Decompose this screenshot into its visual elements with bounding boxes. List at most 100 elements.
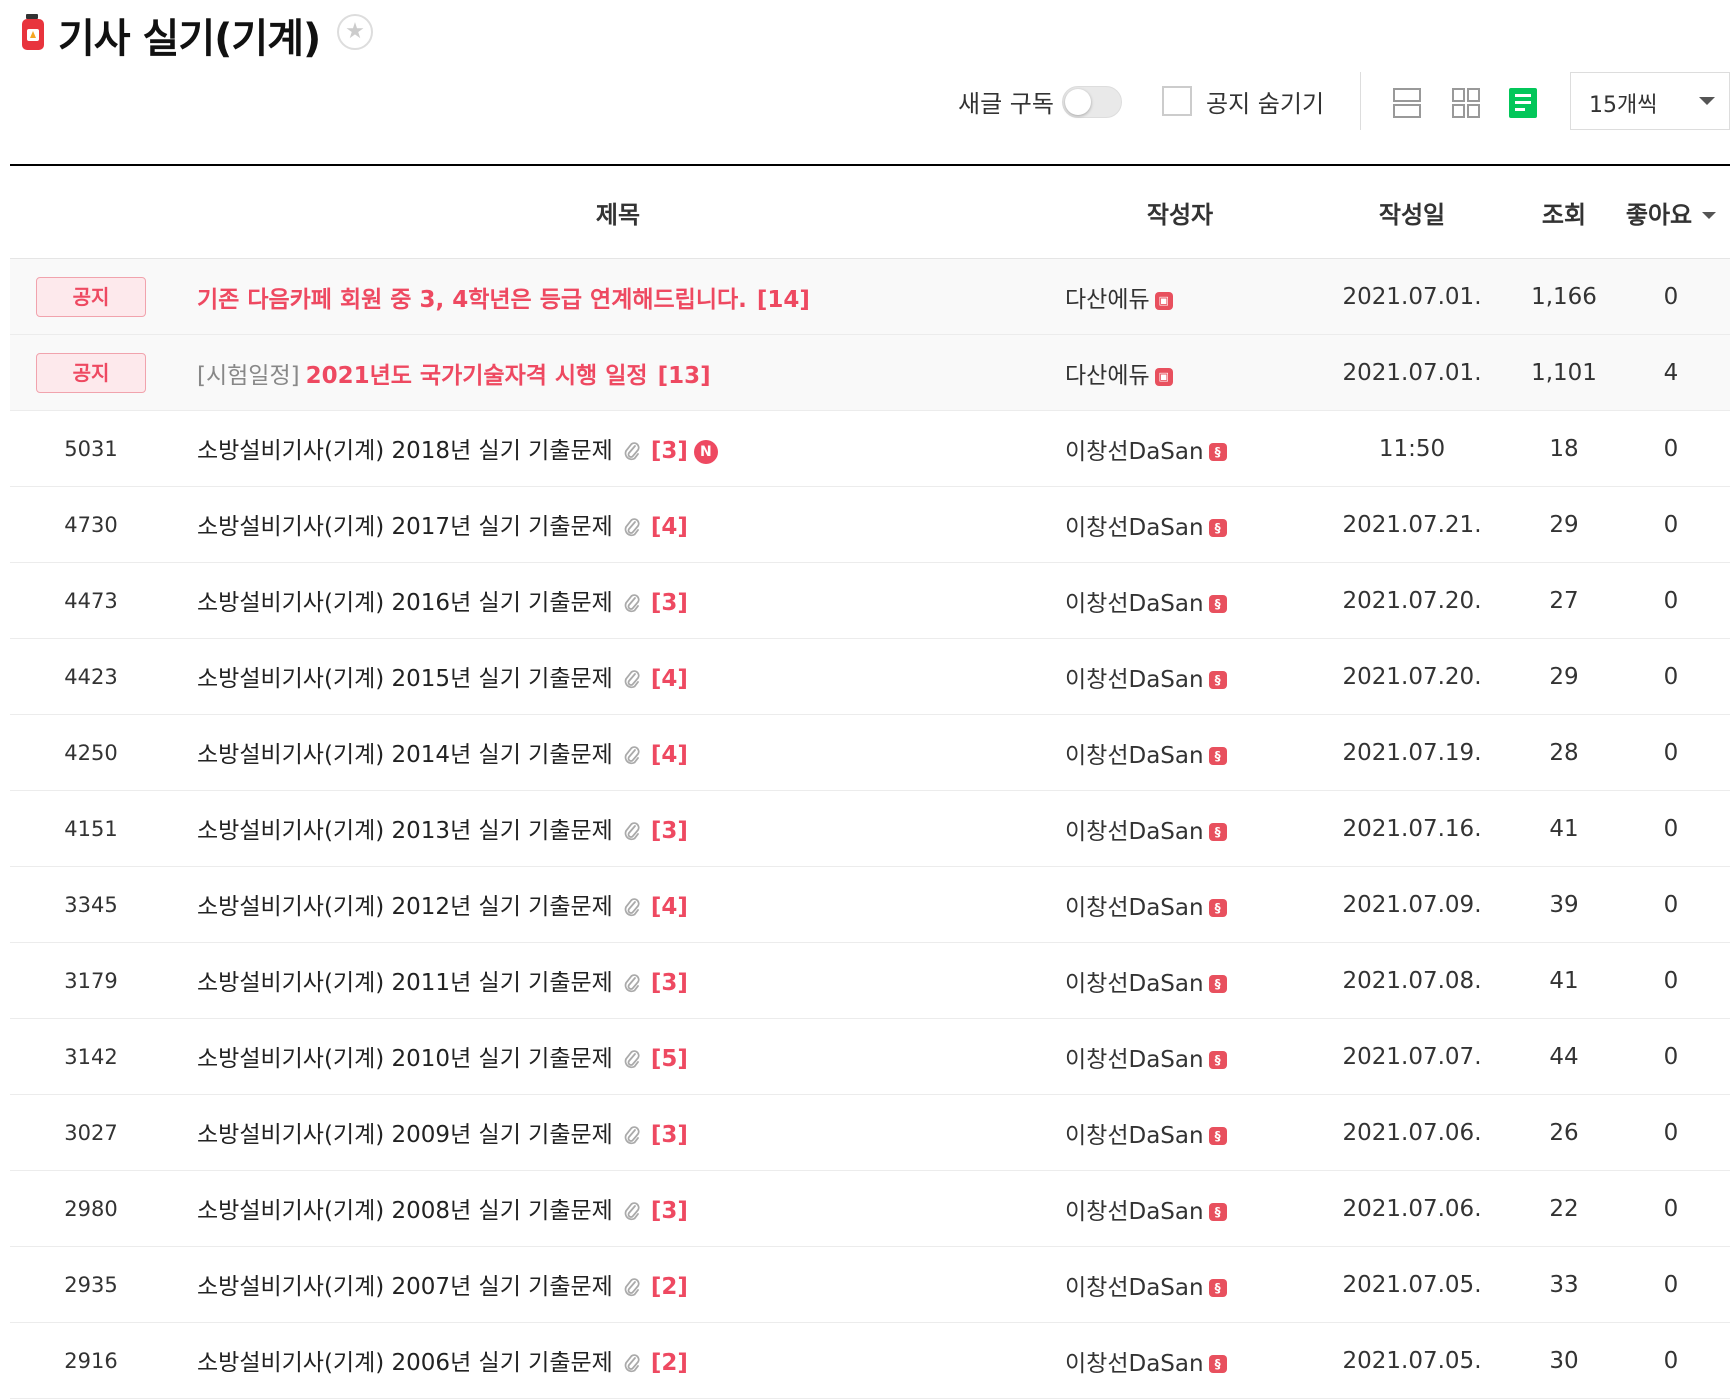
author-cell: 이창선DaSan § <box>1064 714 1296 791</box>
comment-count[interactable]: [4] <box>651 894 688 920</box>
article-list: 공지 기존 다음카페 회원 중 3, 4학년은 등급 연계해드립니다. [14] 다산… <box>10 258 1730 1399</box>
date-cell: 2021.07.09. <box>1296 866 1528 943</box>
header-author: 작성자 <box>1064 166 1296 259</box>
author-name[interactable]: 이창선DaSan <box>1065 1275 1204 1301</box>
article-title-link[interactable]: 소방설비기사(기계) 2013년 실기 기출문제 <box>197 818 613 844</box>
subscribe-toggle[interactable] <box>1062 86 1122 118</box>
date-cell: 2021.07.07. <box>1296 1018 1528 1095</box>
table-row: 2916 소방설비기사(기계) 2006년 실기 기출문제 [2] 이창선DaSan §… <box>10 1322 1730 1399</box>
comment-count[interactable]: [4] <box>651 514 688 540</box>
author-name[interactable]: 이창선DaSan <box>1065 819 1204 845</box>
per-page-select[interactable]: 15개씩 <box>1570 72 1730 130</box>
article-number: 4423 <box>64 664 118 689</box>
article-title-link[interactable]: 소방설비기사(기계) 2017년 실기 기출문제 <box>197 514 613 540</box>
likes-cell: 4 <box>1600 334 1730 411</box>
comment-count[interactable]: [3] <box>651 1198 688 1224</box>
list-view-icon[interactable] <box>1392 86 1422 120</box>
article-title-link[interactable]: 소방설비기사(기계) 2012년 실기 기출문제 <box>197 894 613 920</box>
article-number: 3142 <box>64 1044 118 1069</box>
comment-count[interactable]: [5] <box>651 1046 688 1072</box>
comment-count[interactable]: [3] <box>651 818 688 844</box>
likes-cell: 0 <box>1600 638 1730 715</box>
attachment-clip-icon <box>623 593 641 619</box>
notice-title-link[interactable]: 기존 다음카페 회원 중 3, 4학년은 등급 연계해드립니다. <box>197 287 747 313</box>
date-cell: 2021.07.08. <box>1296 942 1528 1019</box>
article-title-link[interactable]: 소방설비기사(기계) 2009년 실기 기출문제 <box>197 1122 613 1148</box>
likes-cell: 0 <box>1600 258 1730 335</box>
comment-count[interactable]: [13] <box>658 363 711 389</box>
author-name[interactable]: 이창선DaSan <box>1065 1199 1204 1225</box>
author-name[interactable]: 이창선DaSan <box>1065 971 1204 997</box>
views-cell: 22 <box>1528 1170 1600 1247</box>
article-title-link[interactable]: 소방설비기사(기계) 2014년 실기 기출문제 <box>197 742 613 768</box>
article-title-link[interactable]: 소방설비기사(기계) 2015년 실기 기출문제 <box>197 666 613 692</box>
author-cell: 이창선DaSan § <box>1064 410 1296 487</box>
author-cell: 이창선DaSan § <box>1064 1170 1296 1247</box>
author-cell: 이창선DaSan § <box>1064 790 1296 867</box>
author-cell: 다산에듀 ▣ <box>1064 334 1296 411</box>
article-title-link[interactable]: 소방설비기사(기계) 2007년 실기 기출문제 <box>197 1274 613 1300</box>
date-cell: 2021.07.16. <box>1296 790 1528 867</box>
author-name[interactable]: 이창선DaSan <box>1065 1351 1204 1377</box>
article-title-link[interactable]: 소방설비기사(기계) 2006년 실기 기출문제 <box>197 1350 613 1376</box>
author-cell: 이창선DaSan § <box>1064 562 1296 639</box>
comment-count[interactable]: [2] <box>651 1350 688 1376</box>
author-name[interactable]: 이창선DaSan <box>1065 1047 1204 1073</box>
author-cell: 이창선DaSan § <box>1064 1094 1296 1171</box>
article-number: 3027 <box>64 1120 118 1145</box>
comment-count[interactable]: [14] <box>757 287 810 313</box>
header-likes-sort[interactable]: 좋아요 <box>1600 166 1730 259</box>
article-table: 제목 작성자 작성일 조회 좋아요 공지 기존 다음카페 회원 중 3, 4학년은… <box>10 166 1730 1399</box>
notice-title-link[interactable]: 2021년도 국가기술자격 시행 일정 <box>306 363 648 389</box>
comment-count[interactable]: [4] <box>651 666 688 692</box>
likes-cell: 0 <box>1600 410 1730 487</box>
album-view-icon[interactable] <box>1508 86 1538 120</box>
toggle-knob <box>1065 89 1091 115</box>
comment-count[interactable]: [2] <box>651 1274 688 1300</box>
comment-count[interactable]: [3] <box>651 970 688 996</box>
article-num-cell: 3179 <box>10 942 172 1019</box>
comment-count[interactable]: [3] <box>651 438 688 464</box>
title-cell: 소방설비기사(기계) 2016년 실기 기출문제 [3] <box>172 562 1064 639</box>
article-num-cell: 3142 <box>10 1018 172 1095</box>
attachment-clip-icon <box>623 897 641 923</box>
header-likes-label: 좋아요 <box>1625 200 1693 229</box>
article-num-cell: 3345 <box>10 866 172 943</box>
toolbar-divider <box>1360 72 1361 130</box>
table-row: 4250 소방설비기사(기계) 2014년 실기 기출문제 [4] 이창선DaSan §… <box>10 714 1730 791</box>
article-title-link[interactable]: 소방설비기사(기계) 2016년 실기 기출문제 <box>197 590 613 616</box>
comment-count[interactable]: [3] <box>651 1122 688 1148</box>
table-row: 3179 소방설비기사(기계) 2011년 실기 기출문제 [3] 이창선DaSan §… <box>10 942 1730 1019</box>
author-cell: 이창선DaSan § <box>1064 486 1296 563</box>
title-head-prefix[interactable]: [시험일정] <box>197 363 300 389</box>
author-name[interactable]: 이창선DaSan <box>1065 667 1204 693</box>
author-name[interactable]: 다산에듀 <box>1065 287 1150 313</box>
author-name[interactable]: 이창선DaSan <box>1065 591 1204 617</box>
comment-count[interactable]: [3] <box>651 590 688 616</box>
author-name[interactable]: 이창선DaSan <box>1065 1123 1204 1149</box>
title-cell: 소방설비기사(기계) 2010년 실기 기출문제 [5] <box>172 1018 1064 1095</box>
hide-notice-label[interactable]: 공지 숨기기 <box>1206 84 1324 119</box>
author-name[interactable]: 이창선DaSan <box>1065 515 1204 541</box>
attachment-clip-icon <box>623 517 641 543</box>
favorite-star-icon[interactable]: ★ <box>337 14 373 50</box>
article-title-link[interactable]: 소방설비기사(기계) 2010년 실기 기출문제 <box>197 1046 613 1072</box>
author-name[interactable]: 다산에듀 <box>1065 363 1150 389</box>
comment-count[interactable]: [4] <box>651 742 688 768</box>
author-name[interactable]: 이창선DaSan <box>1065 439 1204 465</box>
title-wrap: 소방설비기사(기계) 2018년 실기 기출문제 [3] N <box>173 431 1063 467</box>
table-row: 4423 소방설비기사(기계) 2015년 실기 기출문제 [4] 이창선DaSan §… <box>10 638 1730 715</box>
card-view-icon[interactable] <box>1451 86 1481 120</box>
author-name[interactable]: 이창선DaSan <box>1065 895 1204 921</box>
date-cell: 2021.07.20. <box>1296 638 1528 715</box>
sort-arrow-icon <box>1702 211 1717 219</box>
staff-level-icon: § <box>1208 822 1227 841</box>
article-title-link[interactable]: 소방설비기사(기계) 2008년 실기 기출문제 <box>197 1198 613 1224</box>
author-name[interactable]: 이창선DaSan <box>1065 743 1204 769</box>
title-cell: 소방설비기사(기계) 2009년 실기 기출문제 [3] <box>172 1094 1064 1171</box>
hide-notice-checkbox[interactable] <box>1162 86 1192 116</box>
article-title-link[interactable]: 소방설비기사(기계) 2011년 실기 기출문제 <box>197 970 613 996</box>
date-cell: 2021.07.05. <box>1296 1246 1528 1323</box>
new-badge-icon: N <box>693 439 718 464</box>
article-title-link[interactable]: 소방설비기사(기계) 2018년 실기 기출문제 <box>197 438 613 464</box>
